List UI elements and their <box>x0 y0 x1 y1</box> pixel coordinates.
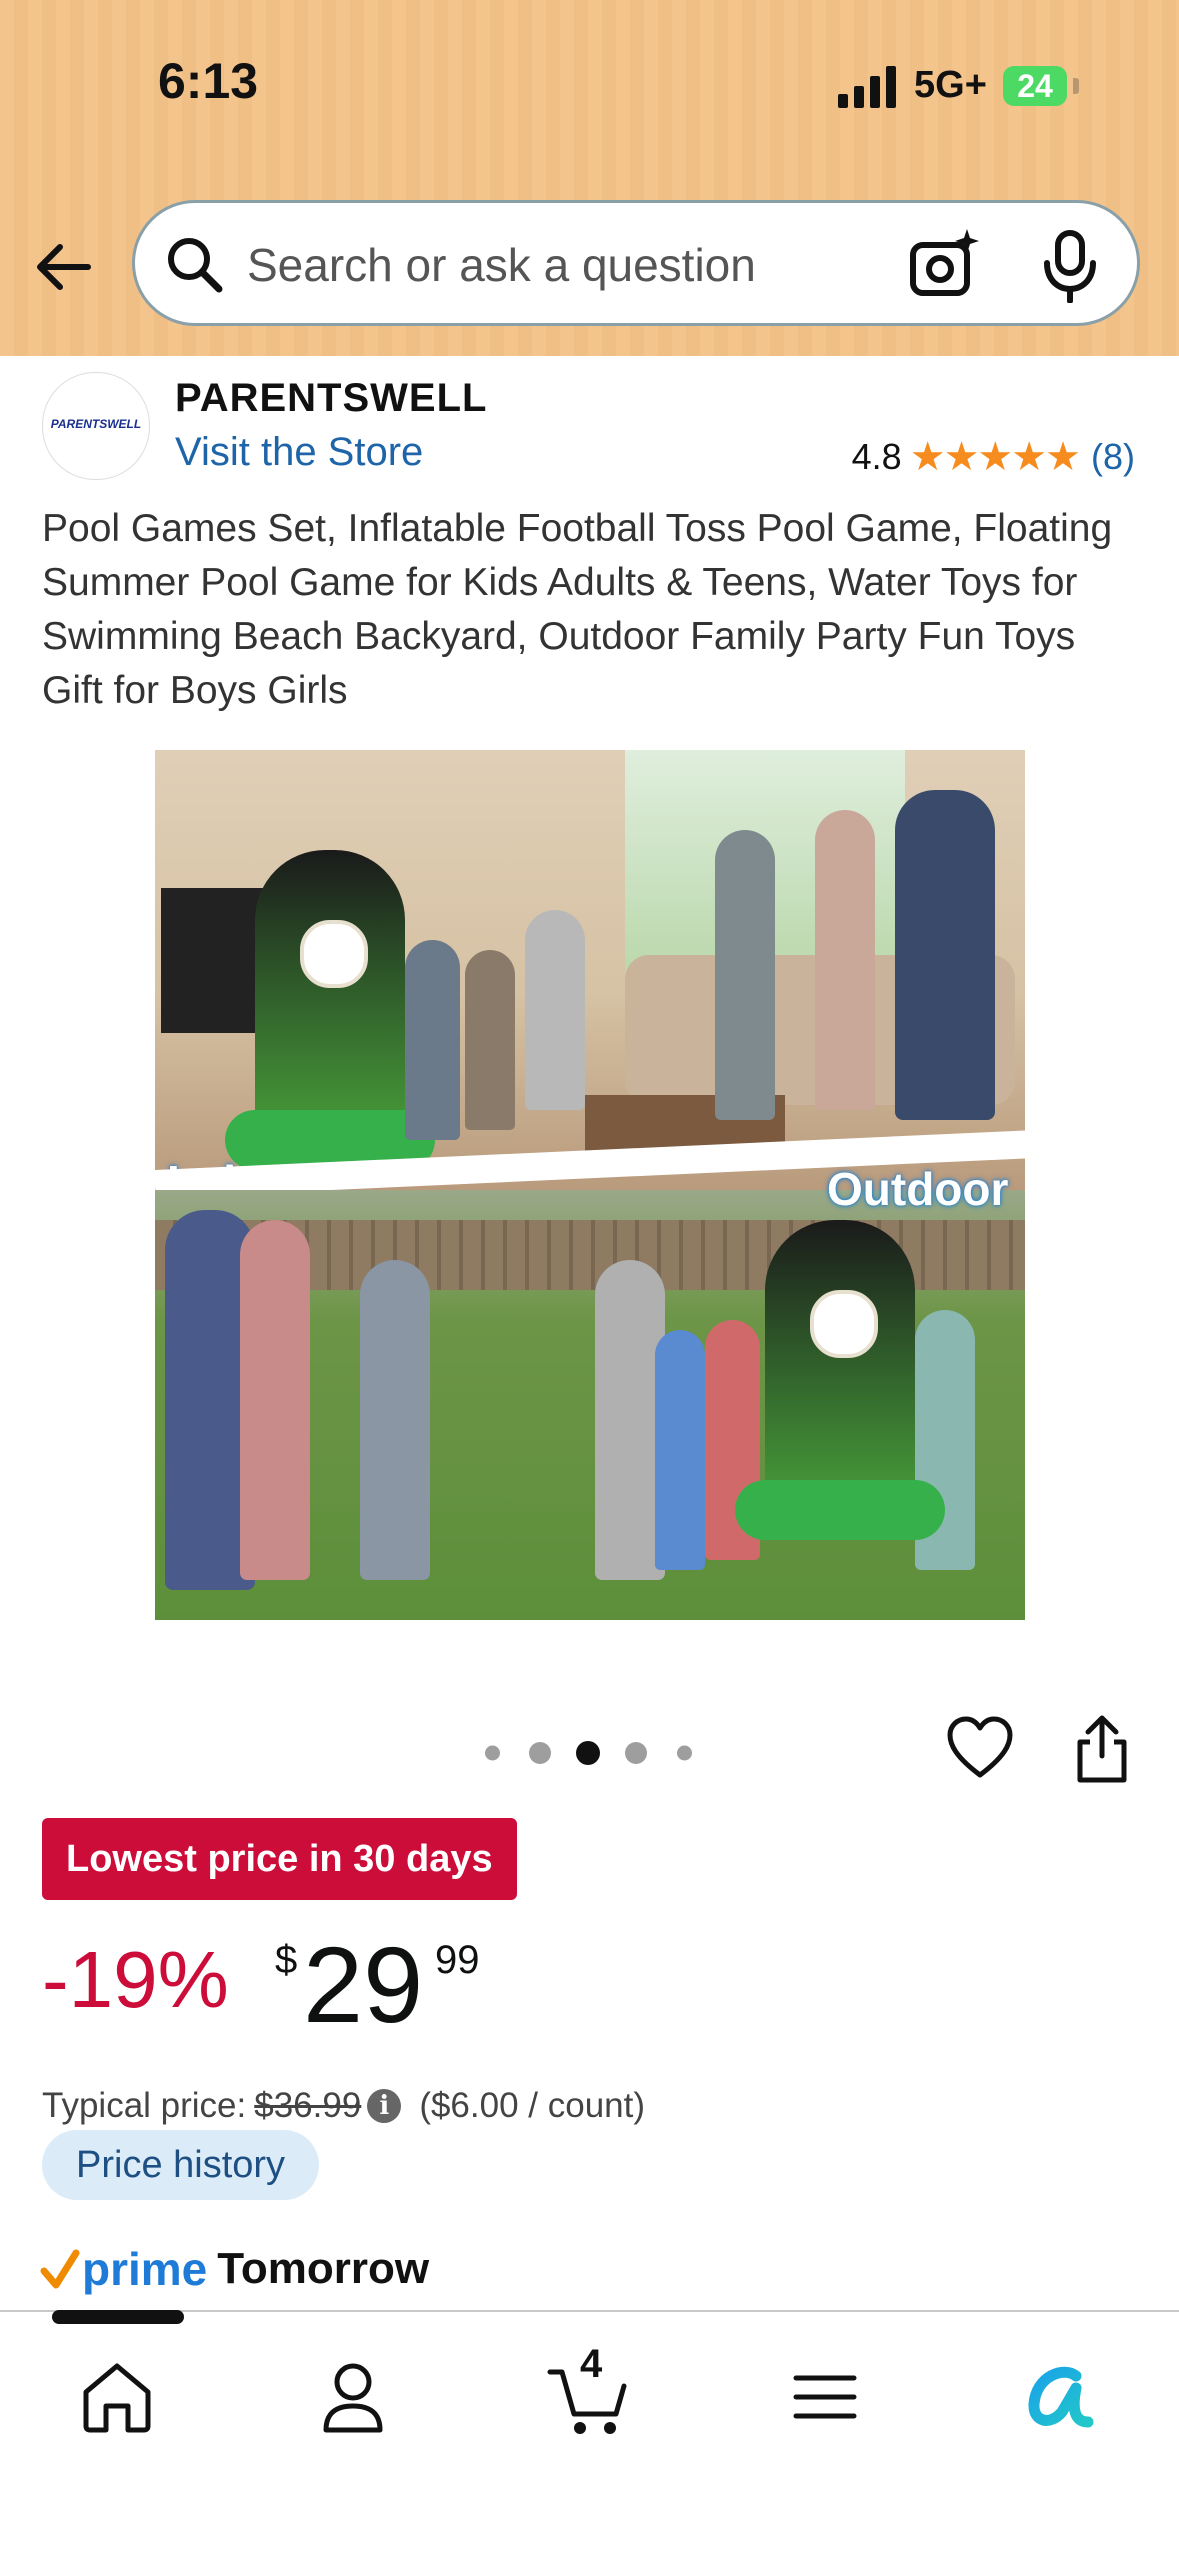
rating-summary[interactable]: 4.8 ★★★★★ (8) <box>852 434 1135 480</box>
bottom-tab-bar: 4 <box>0 2310 1179 2558</box>
price-fraction: 99 <box>435 1938 480 1982</box>
target-ring <box>810 1290 878 1358</box>
typical-price-value: $36.99 <box>254 2086 362 2125</box>
store-logo-text: PARENTSWELL <box>50 417 142 431</box>
star-rating-icon: ★★★★★ <box>909 435 1081 479</box>
app-header: 6:13 5G+ 24 <box>0 0 1179 356</box>
prime-logo: prime <box>82 2243 208 2295</box>
menu-icon[interactable] <box>780 2352 870 2442</box>
carousel-dot[interactable] <box>484 1745 500 1761</box>
account-icon[interactable] <box>308 2352 398 2442</box>
inflatable-base <box>735 1480 945 1540</box>
inflatable-target-indoor <box>225 850 435 1170</box>
battery-icon: 24 <box>1003 66 1067 106</box>
person-figure <box>655 1330 705 1570</box>
outdoor-label: Outdoor <box>827 1163 1009 1215</box>
review-count[interactable]: (8) <box>1091 436 1135 478</box>
typical-price-row: Typical price: $36.99 i ($6.00 / count) <box>42 2086 645 2126</box>
target-ring <box>300 920 368 988</box>
status-time: 6:13 <box>158 53 259 109</box>
search-bar[interactable] <box>132 200 1140 326</box>
camera-search-icon[interactable] <box>905 225 985 305</box>
prime-check-icon <box>40 2249 80 2289</box>
person-figure <box>815 810 875 1110</box>
price-history-button[interactable]: Price history <box>42 2130 320 2200</box>
carousel-dot[interactable] <box>676 1745 692 1761</box>
search-icon <box>168 238 223 293</box>
product-image[interactable]: Indoor Outdoor <box>155 750 1025 1620</box>
person-figure <box>715 830 775 1120</box>
store-logo[interactable]: PARENTSWELL <box>42 372 150 480</box>
person-figure <box>895 790 995 1120</box>
typical-price-label: Typical price: <box>42 2086 247 2125</box>
person-figure <box>525 910 585 1110</box>
share-icon[interactable] <box>1070 1712 1134 1784</box>
prime-delivery: prime Tomorrow <box>40 2242 429 2296</box>
microphone-icon[interactable] <box>1035 229 1105 303</box>
home-indicator <box>52 2310 184 2324</box>
network-label: 5G+ <box>914 64 987 106</box>
signal-icon <box>838 66 896 108</box>
carousel-dot[interactable] <box>529 1742 551 1764</box>
person-figure <box>465 950 515 1130</box>
person-figure <box>240 1220 310 1580</box>
visit-store-link[interactable]: Visit the Store <box>175 430 423 475</box>
battery-nub <box>1073 78 1079 94</box>
battery-level: 24 <box>1017 68 1053 104</box>
price-currency: $ <box>275 1938 298 1982</box>
home-icon[interactable] <box>72 2352 162 2442</box>
delivery-day: Tomorrow <box>217 2244 430 2293</box>
unit-price: ($6.00 / count) <box>419 2086 646 2125</box>
search-input[interactable] <box>247 233 1007 297</box>
discount-percentage: -19% <box>42 1935 229 2024</box>
carousel-dot-active[interactable] <box>576 1741 600 1765</box>
cart-count-badge: 4 <box>580 2342 603 2386</box>
rating-value: 4.8 <box>851 436 902 477</box>
indoor-scene: Indoor <box>155 750 1025 1208</box>
person-figure <box>360 1260 430 1580</box>
heart-icon[interactable] <box>946 1715 1014 1783</box>
store-name: PARENTSWELL <box>175 376 488 420</box>
person-figure <box>405 940 460 1140</box>
rufus-icon[interactable] <box>1016 2352 1106 2442</box>
product-title: Pool Games Set, Inflatable Football Toss… <box>42 507 1113 712</box>
price-whole: 29 <box>303 1924 424 2045</box>
carousel-dot[interactable] <box>625 1742 647 1764</box>
deal-badge: Lowest price in 30 days <box>42 1818 517 1900</box>
info-icon[interactable]: i <box>367 2089 402 2123</box>
back-arrow-icon[interactable] <box>30 232 100 302</box>
outdoor-scene <box>155 1190 1025 1620</box>
image-carousel-dots[interactable] <box>480 1738 700 1768</box>
inflatable-target-outdoor <box>735 1220 945 1540</box>
